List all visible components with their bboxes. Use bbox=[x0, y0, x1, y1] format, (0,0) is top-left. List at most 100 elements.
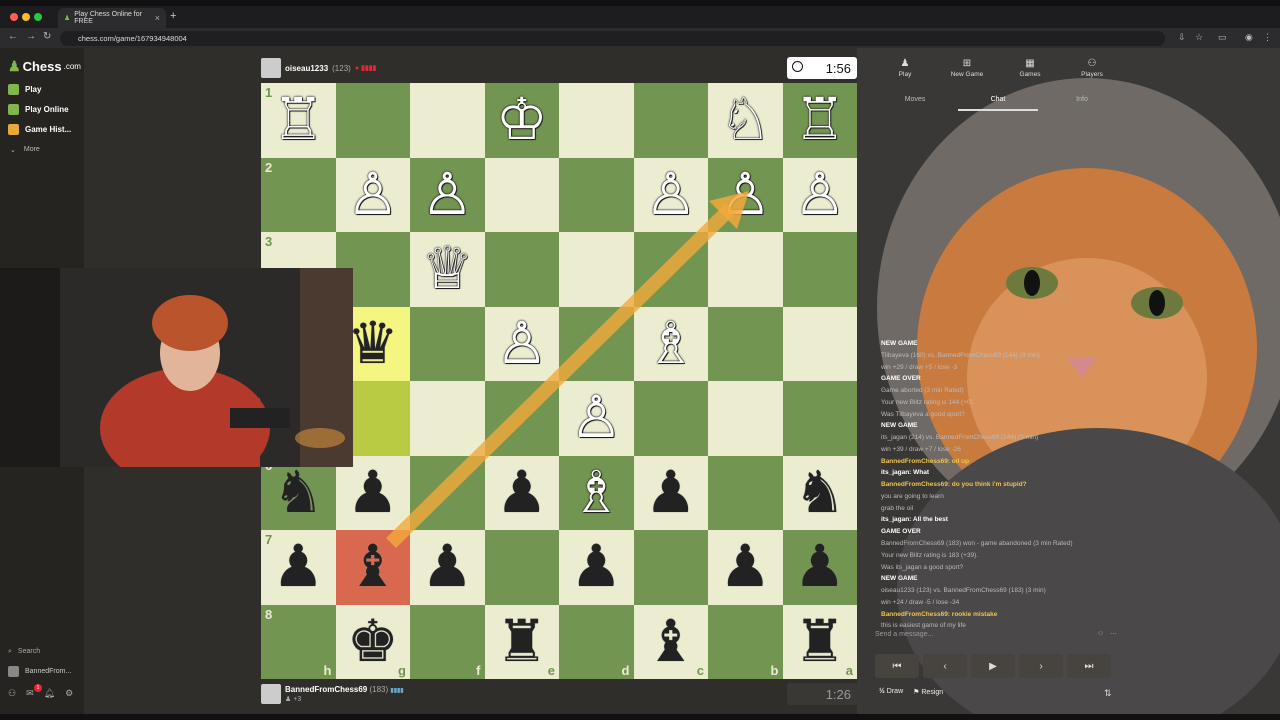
white-pawn-icon[interactable]: ♙ bbox=[645, 165, 697, 224]
sidebar-item-play-online[interactable]: Play Online bbox=[8, 104, 69, 115]
close-tab-icon[interactable]: × bbox=[155, 13, 160, 23]
white-pawn-icon[interactable]: ♙ bbox=[794, 165, 846, 224]
new-tab-icon[interactable]: + bbox=[170, 10, 176, 22]
board-square[interactable]: ♟ bbox=[633, 455, 708, 530]
close-window-icon[interactable] bbox=[10, 13, 18, 21]
board-square[interactable]: ♗ bbox=[633, 306, 708, 381]
board-square[interactable]: ♟ bbox=[782, 530, 857, 605]
board-square[interactable] bbox=[335, 83, 410, 158]
board-square[interactable] bbox=[708, 232, 783, 307]
board-square[interactable]: ♕ bbox=[410, 232, 485, 307]
white-pawn-icon[interactable]: ♙ bbox=[570, 389, 622, 447]
more-options-icon[interactable]: ⋯ bbox=[1110, 630, 1117, 638]
board-square[interactable] bbox=[782, 306, 857, 381]
white-bishop-icon[interactable]: ♗ bbox=[645, 314, 697, 373]
board-square[interactable]: f bbox=[410, 604, 485, 679]
board-square[interactable] bbox=[633, 83, 708, 158]
black-pawn-icon[interactable]: ♟ bbox=[496, 463, 548, 522]
board-square[interactable]: ♖ bbox=[782, 83, 857, 158]
profile-icon[interactable]: ◉ bbox=[1245, 32, 1253, 43]
white-knight-icon[interactable]: ♘ bbox=[719, 91, 771, 149]
board-square[interactable]: 7 ♟ bbox=[261, 530, 336, 605]
board-square[interactable] bbox=[410, 306, 485, 381]
black-knight-icon[interactable]: ♞ bbox=[794, 463, 846, 522]
sidebar-panel-icon[interactable]: ▭ bbox=[1218, 32, 1227, 43]
settings-icon[interactable]: ⚙ bbox=[65, 688, 73, 699]
board-square[interactable]: a ♜ bbox=[782, 604, 857, 679]
board-square[interactable] bbox=[410, 455, 485, 530]
url-field[interactable]: chess.com/game/167934948004 bbox=[60, 31, 1165, 46]
black-pawn-icon[interactable]: ♟ bbox=[645, 463, 697, 522]
tab-info[interactable]: Info bbox=[1042, 96, 1122, 103]
reload-icon[interactable]: ↻ bbox=[43, 31, 51, 42]
sidebar-item-play[interactable]: Play bbox=[8, 84, 41, 95]
black-king-icon[interactable]: ♚ bbox=[347, 612, 399, 671]
white-queen-icon[interactable]: ♕ bbox=[421, 240, 473, 298]
resign-button[interactable]: ⚑ Resign bbox=[913, 688, 943, 696]
black-pawn-icon[interactable]: ♟ bbox=[421, 538, 473, 596]
nav-play[interactable]: ♟ Play bbox=[875, 58, 935, 78]
board-square[interactable]: ♙ bbox=[335, 157, 410, 232]
draw-button[interactable]: ½ Draw bbox=[879, 688, 903, 696]
friends-icon[interactable]: ⚇ bbox=[8, 688, 16, 699]
nav-new-game[interactable]: ⊞ New Game bbox=[937, 58, 997, 78]
black-rook-icon[interactable]: ♜ bbox=[496, 612, 548, 671]
board-square[interactable]: 1 ♖ bbox=[261, 83, 336, 158]
board-square[interactable]: e ♜ bbox=[484, 604, 559, 679]
white-pawn-icon[interactable]: ♙ bbox=[421, 165, 473, 224]
board-square[interactable] bbox=[708, 306, 783, 381]
back-icon[interactable]: ← bbox=[8, 31, 18, 42]
notifications-icon[interactable]: 🔔︎ bbox=[44, 688, 55, 699]
player-name[interactable]: BannedFromChess69 bbox=[285, 685, 367, 694]
play-moves-button[interactable]: ▶ bbox=[971, 654, 1015, 678]
board-square[interactable] bbox=[633, 530, 708, 605]
opponent-avatar[interactable] bbox=[261, 58, 281, 78]
board-square[interactable] bbox=[410, 381, 485, 456]
board-square[interactable] bbox=[559, 83, 634, 158]
board-square[interactable] bbox=[633, 381, 708, 456]
maximize-window-icon[interactable] bbox=[34, 13, 42, 21]
tab-chat[interactable]: Chat bbox=[958, 96, 1038, 111]
messages-icon[interactable]: ✉ bbox=[26, 688, 34, 699]
bookmark-star-icon[interactable]: ☆ bbox=[1195, 32, 1203, 43]
board-square[interactable]: ♙ bbox=[410, 157, 485, 232]
nav-players[interactable]: ⚇ Players bbox=[1062, 58, 1122, 78]
flip-board-icon[interactable]: ⇅ bbox=[1104, 688, 1112, 699]
sidebar-more[interactable]: ⌄ More bbox=[10, 146, 40, 154]
previous-move-button[interactable]: ‹ bbox=[923, 654, 967, 678]
board-square[interactable] bbox=[410, 83, 485, 158]
white-rook-icon[interactable]: ♖ bbox=[794, 91, 846, 149]
sidebar-search[interactable]: ⌕ Search bbox=[8, 648, 40, 656]
minimize-window-icon[interactable] bbox=[22, 13, 30, 21]
chat-input[interactable]: Send a message... bbox=[875, 631, 933, 638]
browser-menu-icon[interactable]: ⋮ bbox=[1263, 32, 1272, 43]
black-pawn-icon[interactable]: ♟ bbox=[570, 538, 622, 596]
board-square[interactable]: ♟ bbox=[484, 455, 559, 530]
black-pawn-icon[interactable]: ♟ bbox=[794, 538, 846, 596]
white-rook-icon[interactable]: ♖ bbox=[272, 91, 324, 149]
board-square[interactable]: 8h bbox=[261, 604, 336, 679]
board-square[interactable]: ♙ bbox=[782, 157, 857, 232]
black-rook-icon[interactable]: ♜ bbox=[794, 612, 846, 671]
board-square[interactable] bbox=[633, 232, 708, 307]
board-square[interactable]: ♗ bbox=[559, 455, 634, 530]
board-square[interactable]: ♟ bbox=[410, 530, 485, 605]
board-square[interactable] bbox=[484, 381, 559, 456]
player-avatar[interactable] bbox=[261, 684, 281, 704]
board-square[interactable]: c ♝ bbox=[633, 604, 708, 679]
white-pawn-icon[interactable]: ♙ bbox=[719, 165, 771, 224]
board-square[interactable] bbox=[559, 232, 634, 307]
black-pawn-icon[interactable]: ♟ bbox=[719, 538, 771, 596]
board-square[interactable] bbox=[559, 306, 634, 381]
next-move-button[interactable]: › bbox=[1019, 654, 1063, 678]
board-square[interactable]: ♟ bbox=[559, 530, 634, 605]
black-queen-icon[interactable]: ♛ bbox=[347, 314, 399, 373]
board-square[interactable]: ♞ bbox=[782, 455, 857, 530]
board-square[interactable]: ♟ bbox=[708, 530, 783, 605]
chess-logo[interactable]: ♟ Chess .com bbox=[8, 58, 81, 75]
black-knight-icon[interactable]: ♞ bbox=[272, 463, 324, 522]
board-square[interactable]: ♘ bbox=[708, 83, 783, 158]
sidebar-item-game-history[interactable]: Game Hist... bbox=[8, 124, 71, 135]
board-square[interactable] bbox=[484, 232, 559, 307]
board-square[interactable]: ♙ bbox=[484, 306, 559, 381]
